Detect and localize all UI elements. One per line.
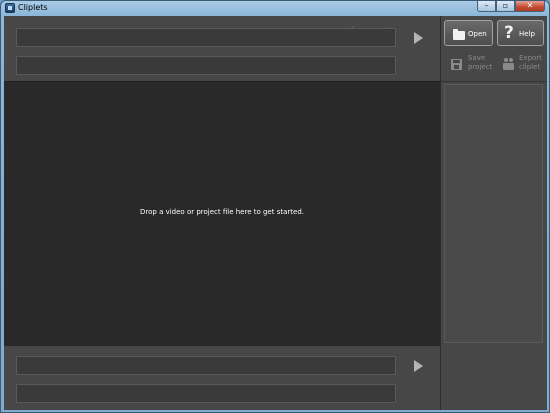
open-button[interactable]: Open [444,20,493,46]
maximize-button[interactable]: ▫ [496,1,515,12]
drop-message: Drop a video or project file here to get… [140,208,304,216]
export-label-1: Export [519,54,542,62]
cliplet-panel: cliplet [4,346,440,410]
cliplet-track-top[interactable] [16,356,396,375]
help-label: Help [519,30,535,38]
close-button[interactable]: ✕ [515,1,545,12]
toolbar: Open ? Help Save project Export cliplet [441,16,547,81]
save-label-2: project [468,63,493,71]
layers-sidebar [441,82,547,346]
save-project-button[interactable]: Save project [444,52,493,78]
client-area: input Open ? Help Save project Export [4,16,547,410]
save-label-1: Save [468,54,486,62]
export-cliplet-button[interactable]: Export cliplet [497,52,544,78]
input-play-icon[interactable] [414,32,423,44]
camera-icon [503,58,514,70]
app-icon [5,3,15,13]
right-bottom-panel [441,346,547,410]
cliplet-play-icon[interactable] [414,360,423,372]
video-drop-area[interactable]: Drop a video or project file here to get… [4,81,440,346]
cliplet-track-bottom[interactable] [16,384,396,403]
input-panel: input [4,16,440,81]
app-window: Cliplets – ▫ ✕ input Open ? Help Save [0,0,550,413]
panel-divider [440,16,441,410]
export-label-2: cliplet [519,63,541,71]
input-track-top[interactable] [16,28,396,47]
window-controls: – ▫ ✕ [477,1,545,13]
title-bar[interactable]: Cliplets – ▫ ✕ [1,1,549,16]
help-button[interactable]: ? Help [497,20,544,46]
window-title: Cliplets [18,3,48,12]
layers-list[interactable] [444,84,543,343]
input-track-bottom[interactable] [16,56,396,75]
save-icon [451,59,462,70]
minimize-button[interactable]: – [477,1,496,12]
folder-icon [453,29,465,40]
open-label: Open [468,30,487,38]
help-icon: ? [504,23,514,43]
